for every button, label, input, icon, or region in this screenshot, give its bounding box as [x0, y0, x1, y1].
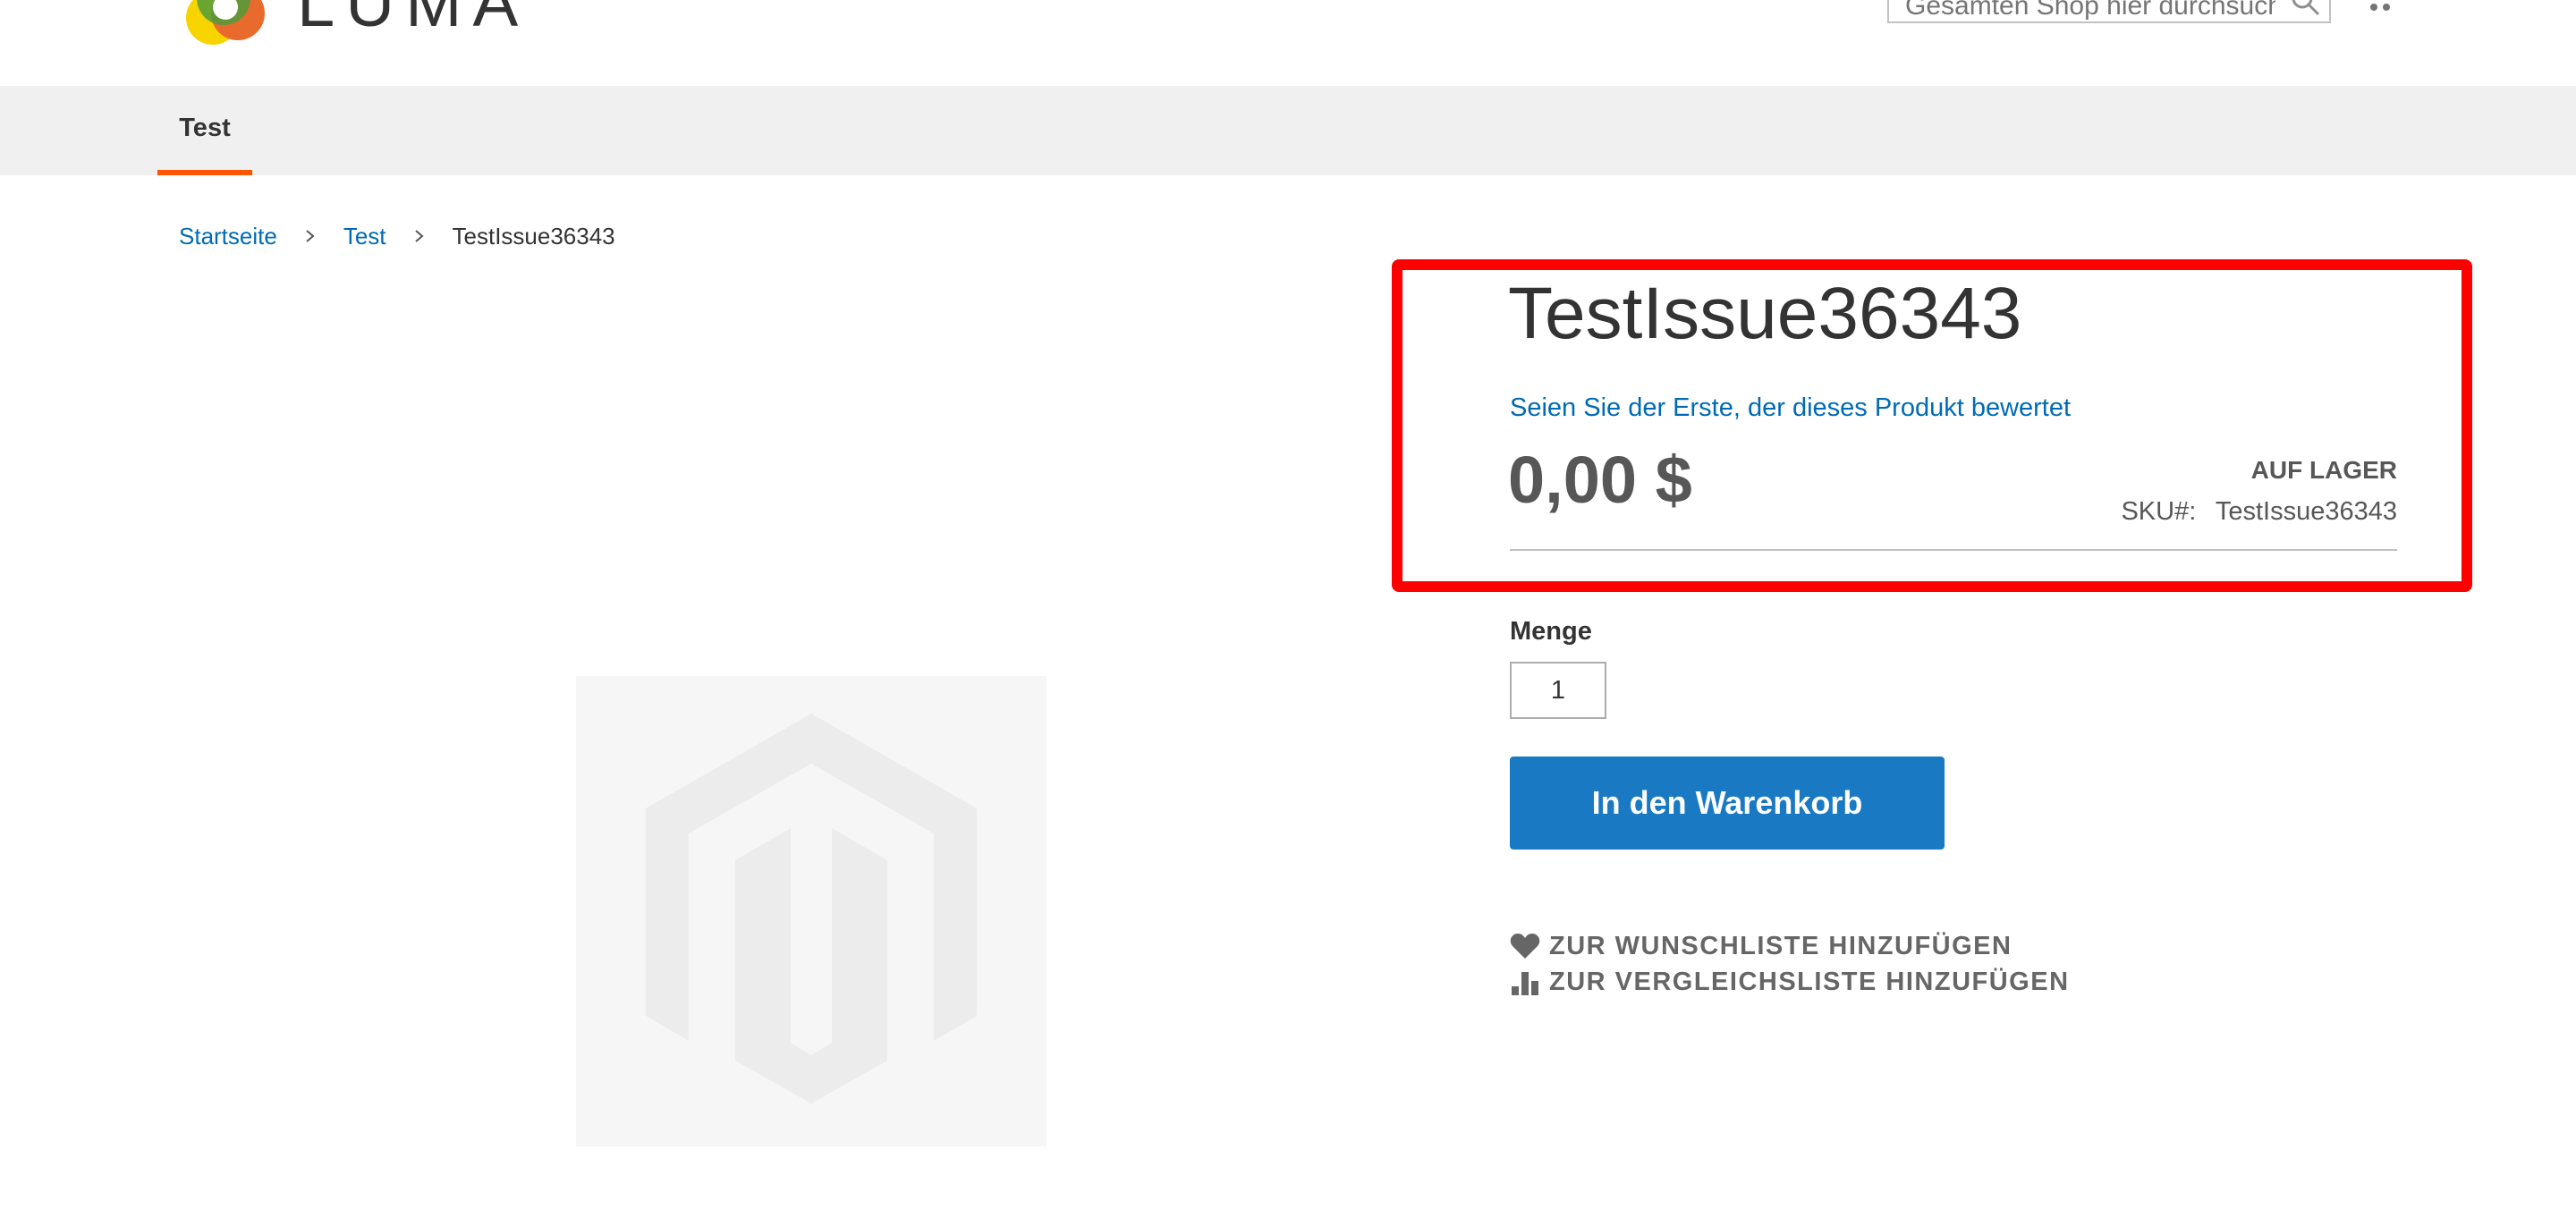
nav-item-test[interactable]: Test	[157, 86, 252, 175]
chevron-right-icon	[414, 230, 424, 242]
add-to-cart-button[interactable]: In den Warenkorb	[1510, 757, 1945, 850]
chevron-right-icon	[306, 230, 315, 242]
search-icon[interactable]	[2290, 0, 2322, 16]
breadcrumb: Startseite Test TestIssue36343	[179, 222, 615, 250]
qty-input[interactable]	[1510, 662, 1606, 719]
add-to-wishlist-link[interactable]: ZUR WUNSCHLISTE HINZUFÜGEN	[1510, 930, 2012, 962]
product-image-placeholder[interactable]	[576, 676, 1046, 1146]
product-sku: SKU#: TestIssue36343	[2121, 497, 2397, 527]
breadcrumb-current: TestIssue36343	[452, 222, 615, 249]
review-link[interactable]: Seien Sie der Erste, der dieses Produkt …	[1510, 393, 2071, 423]
sku-value: TestIssue36343	[2215, 497, 2397, 526]
logo-text[interactable]: LUMA	[297, 0, 529, 38]
qty-label: Menge	[1510, 617, 1592, 646]
add-to-compare-link[interactable]: ZUR VERGLEICHSLISTE HINZUFÜGEN	[1510, 966, 2070, 998]
product-price: 0,00 $	[1508, 443, 1692, 517]
luma-logo-icon[interactable]	[177, 0, 275, 45]
product-title: TestIssue36343	[1508, 273, 2022, 354]
cart-icon[interactable]	[2367, 0, 2394, 14]
info-divider	[1510, 549, 2397, 551]
main-navigation: Test	[0, 86, 2576, 175]
page-header: LUMA	[0, 0, 2576, 86]
stock-status: AUF LAGER	[2250, 456, 2397, 484]
compare-label: ZUR VERGLEICHSLISTE HINZUFÜGEN	[1549, 967, 2070, 996]
bar-chart-icon	[1512, 972, 1538, 995]
heart-icon	[1510, 934, 1540, 959]
magento-logo-icon	[646, 714, 977, 1103]
breadcrumb-home-link[interactable]: Startseite	[179, 223, 277, 250]
search-input[interactable]	[1887, 0, 2331, 23]
wishlist-label: ZUR WUNSCHLISTE HINZUFÜGEN	[1549, 931, 2012, 960]
sku-label: SKU#:	[2121, 497, 2197, 526]
breadcrumb-category-link[interactable]: Test	[343, 223, 386, 250]
